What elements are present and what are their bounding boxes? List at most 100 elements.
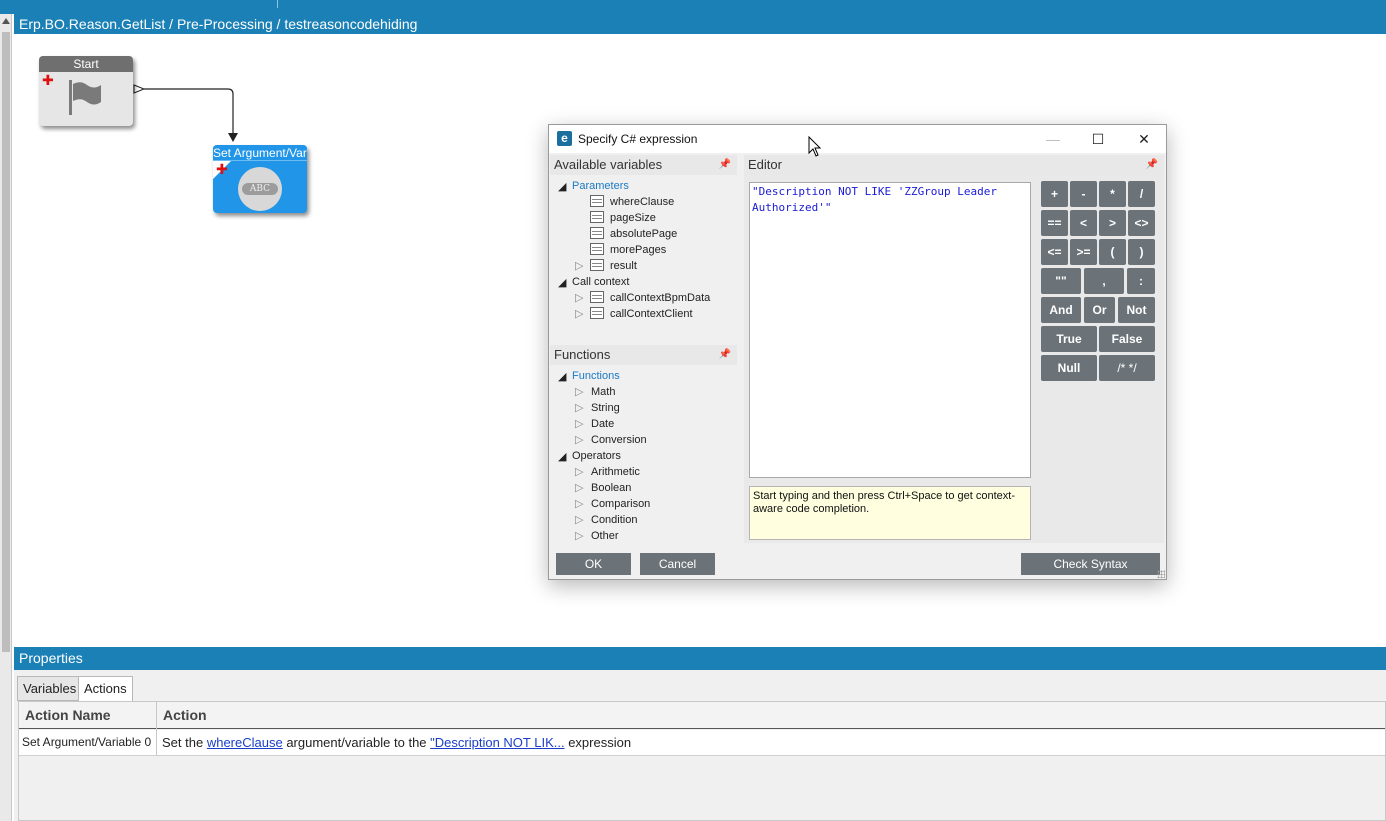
expand-arrow-icon[interactable]: ▷	[575, 481, 583, 495]
maximize-button[interactable]: ☐	[1076, 125, 1120, 153]
pin-icon[interactable]: 📌	[1146, 155, 1158, 175]
abc-icon: ABC	[238, 167, 282, 211]
expand-arrow-icon[interactable]: ▷	[575, 401, 583, 415]
key-not-equal-button[interactable]: <>	[1128, 210, 1155, 236]
start-node[interactable]: Start ✚	[39, 56, 133, 126]
expand-arrow-icon[interactable]: ▷	[575, 291, 583, 305]
key-not-button[interactable]: Not	[1118, 297, 1155, 323]
key-less-equal-button[interactable]: <=	[1041, 239, 1068, 265]
column-header-action[interactable]: Action	[163, 707, 207, 723]
tree-item-callcontextclient[interactable]: callContextClient	[610, 307, 693, 321]
pin-icon[interactable]: 📌	[719, 155, 731, 175]
scroll-thumb[interactable]	[2, 32, 10, 652]
key-colon-button[interactable]: :	[1127, 268, 1155, 294]
tree-item-comparison[interactable]: Comparison	[591, 497, 650, 511]
tree-item-condition[interactable]: Condition	[591, 513, 637, 527]
tree-item-absolutepage[interactable]: absolutePage	[610, 227, 677, 241]
key-open-paren-button[interactable]: (	[1099, 239, 1126, 265]
expand-arrow-icon[interactable]: ▷	[575, 433, 583, 447]
grid-header: Action Name Action	[19, 702, 1385, 729]
expand-arrow-icon[interactable]: ▷	[575, 259, 583, 273]
expand-arrow-icon[interactable]: ▷	[575, 529, 583, 543]
tree-item-string[interactable]: String	[591, 401, 620, 415]
table-icon	[590, 307, 604, 319]
tree-item-whereclause[interactable]: whereClause	[610, 195, 674, 209]
abc-badge: ABC	[242, 183, 278, 195]
key-true-button[interactable]: True	[1041, 326, 1097, 352]
actions-grid: Action Name Action Set Argument/Variable…	[18, 701, 1386, 821]
key-false-button[interactable]: False	[1099, 326, 1155, 352]
tree-toggle-call-context[interactable]: ◢	[558, 276, 566, 290]
expand-arrow-icon[interactable]: ▷	[575, 497, 583, 511]
expand-arrow-icon[interactable]: ▷	[575, 465, 583, 479]
minimize-button[interactable]: —	[1031, 125, 1075, 153]
tree-toggle-parameters[interactable]: ◢	[558, 180, 566, 194]
key-less-button[interactable]: <	[1070, 210, 1097, 236]
key-null-button[interactable]: Null	[1041, 355, 1097, 381]
dialog-titlebar[interactable]: e Specify C# expression — ☐ ✕	[549, 125, 1166, 153]
key-comma-button[interactable]: ,	[1084, 268, 1124, 294]
resize-grip-icon[interactable]	[1157, 570, 1165, 578]
left-scrollbar[interactable]	[0, 14, 12, 821]
whereclause-link[interactable]: whereClause	[207, 735, 283, 750]
column-header-action-name[interactable]: Action Name	[25, 707, 111, 723]
variable-icon	[590, 227, 604, 239]
key-or-button[interactable]: Or	[1084, 297, 1115, 323]
variable-icon	[590, 211, 604, 223]
tree-node-call-context[interactable]: Call context	[572, 275, 629, 289]
table-row[interactable]: Set Argument/Variable 0 Set the whereCla…	[19, 730, 1385, 756]
tree-item-pagesize[interactable]: pageSize	[610, 211, 656, 225]
key-and-button[interactable]: And	[1041, 297, 1081, 323]
tree-item-arithmetic[interactable]: Arithmetic	[591, 465, 640, 479]
expand-arrow-icon[interactable]: ▷	[575, 307, 583, 321]
cancel-button[interactable]: Cancel	[640, 553, 715, 575]
key-quotes-button[interactable]: ""	[1041, 268, 1081, 294]
tree-item-date[interactable]: Date	[591, 417, 614, 431]
tree-item-math[interactable]: Math	[591, 385, 615, 399]
expand-plus-icon[interactable]: ✚	[216, 162, 228, 176]
expand-arrow-icon[interactable]: ▷	[575, 385, 583, 399]
expression-editor[interactable]: "Description NOT LIKE 'ZZGroup Leader Au…	[749, 182, 1031, 478]
key-greater-equal-button[interactable]: >=	[1070, 239, 1097, 265]
tree-toggle-operators[interactable]: ◢	[558, 450, 566, 464]
expand-arrow-icon[interactable]: ▷	[575, 513, 583, 527]
properties-header: Properties	[14, 647, 1386, 670]
flag-icon	[69, 80, 101, 115]
key-minus-button[interactable]: -	[1070, 181, 1097, 207]
expression-dialog: e Specify C# expression — ☐ ✕ Available …	[548, 124, 1167, 580]
expand-arrow-icon[interactable]: ▷	[575, 417, 583, 431]
key-equals-button[interactable]: ==	[1041, 210, 1068, 236]
key-divide-button[interactable]: /	[1128, 181, 1155, 207]
tree-item-callcontextbpmdata[interactable]: callContextBpmData	[610, 291, 710, 305]
key-multiply-button[interactable]: *	[1099, 181, 1126, 207]
action-cell: Set the whereClause argument/variable to…	[162, 735, 632, 750]
key-comment-button[interactable]: /* */	[1099, 355, 1155, 381]
dialog-title: Specify C# expression	[578, 132, 698, 146]
toolbar-separator	[277, 0, 278, 8]
tree-item-other[interactable]: Other	[591, 529, 619, 543]
check-syntax-button[interactable]: Check Syntax	[1021, 553, 1160, 575]
set-argument-node[interactable]: Set Argument/Vari ✚ ABC	[213, 145, 307, 213]
ok-button[interactable]: OK	[556, 553, 631, 575]
start-node-title: Start	[39, 56, 133, 72]
tree-node-operators[interactable]: Operators	[572, 449, 621, 463]
pin-icon[interactable]: 📌	[719, 345, 731, 365]
tree-item-result[interactable]: result	[610, 259, 637, 273]
tree-node-functions[interactable]: Functions	[572, 369, 620, 383]
key-plus-button[interactable]: +	[1041, 181, 1068, 207]
key-greater-button[interactable]: >	[1099, 210, 1126, 236]
tree-item-morepages[interactable]: morePages	[610, 243, 666, 257]
expression-link[interactable]: "Description NOT LIK...	[430, 735, 564, 750]
tab-variables[interactable]: Variables	[17, 676, 83, 701]
close-button[interactable]: ✕	[1122, 125, 1166, 153]
expand-plus-icon[interactable]: ✚	[42, 73, 54, 87]
tree-toggle-functions[interactable]: ◢	[558, 370, 566, 384]
tree-item-conversion[interactable]: Conversion	[591, 433, 647, 447]
tree-item-boolean[interactable]: Boolean	[591, 481, 631, 495]
variable-icon	[590, 243, 604, 255]
key-close-paren-button[interactable]: )	[1128, 239, 1155, 265]
tab-actions[interactable]: Actions	[78, 676, 133, 702]
tree-node-parameters[interactable]: Parameters	[572, 179, 629, 193]
scroll-up-arrow-icon[interactable]	[2, 18, 10, 24]
action-name-cell: Set Argument/Variable 0	[22, 735, 152, 749]
